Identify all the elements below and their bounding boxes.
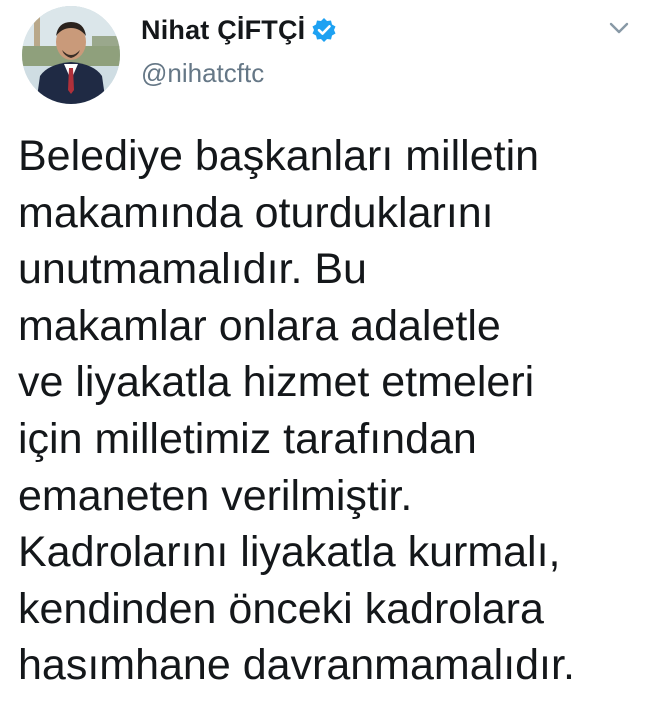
tweet-text-line: Belediye başkanları milletin — [18, 132, 540, 180]
chevron-down-icon[interactable] — [606, 18, 632, 38]
display-name[interactable]: Nihat ÇİFTÇİ — [141, 15, 305, 46]
tweet-text: Belediye başkanları milletin makamında o… — [18, 128, 638, 694]
author-name-row: Nihat ÇİFTÇİ — [141, 12, 337, 48]
avatar-image — [22, 6, 120, 104]
tweet-card: Nihat ÇİFTÇİ @nihatcftc Belediye başkanl… — [0, 0, 650, 706]
tweet-text-line: hasımhane davranmamalıdır. — [18, 641, 575, 690]
tweet-text-line: ve liyakatla hizmet etmeleri — [18, 358, 535, 407]
tweet-text-line: için milletimiz tarafından — [18, 414, 477, 463]
tweet-text-line: makamında oturduklarını — [18, 188, 494, 237]
tweet-text-line: makamlar onlara adaletle — [18, 301, 501, 350]
tweet-text-line: emaneten verilmiştir. — [18, 471, 413, 520]
tweet-text-line: unutmamalıdır. Bu — [18, 245, 367, 294]
tweet-text-line: Kadrolarını liyakatla kurmalı, — [18, 528, 561, 577]
avatar[interactable] — [22, 6, 120, 104]
user-handle[interactable]: @nihatcftc — [141, 58, 264, 89]
verified-badge-icon — [311, 17, 337, 43]
tweet-text-line: kendinden önceki kadrolara — [18, 584, 544, 633]
